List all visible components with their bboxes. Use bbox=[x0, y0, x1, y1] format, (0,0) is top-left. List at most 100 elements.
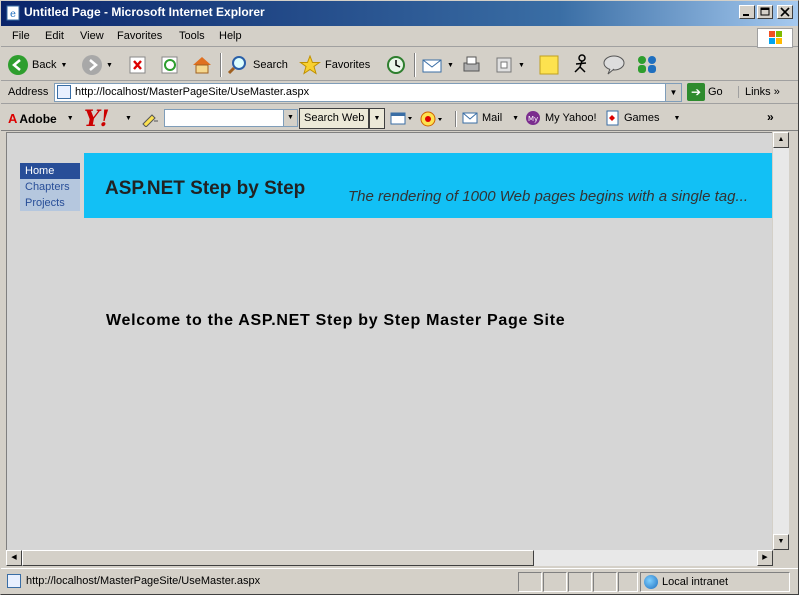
discuss-button[interactable] bbox=[602, 54, 626, 76]
nav-item-chapters[interactable]: Chapters bbox=[20, 179, 80, 195]
home-icon bbox=[193, 57, 211, 74]
scrollbar-corner bbox=[773, 550, 789, 566]
address-input[interactable]: http://localhost/MasterPageSite/UseMaste… bbox=[54, 83, 682, 102]
page-icon bbox=[7, 574, 21, 588]
status-pane bbox=[618, 572, 638, 592]
page-content: Home Chapters Projects ASP.NET Step by S… bbox=[6, 132, 772, 550]
chevron-down-icon[interactable]: ▼ bbox=[512, 115, 519, 122]
forward-button[interactable]: ▼ bbox=[82, 54, 113, 76]
windows-logo-icon bbox=[757, 28, 793, 48]
status-pane bbox=[568, 572, 592, 592]
yahoo-mail-button[interactable]: Mail ▼ bbox=[462, 107, 519, 129]
status-pane bbox=[543, 572, 567, 592]
menu-tools[interactable]: Tools bbox=[179, 30, 205, 42]
refresh-button[interactable] bbox=[160, 54, 180, 76]
yahoo-search-input[interactable]: ▼ bbox=[164, 109, 298, 127]
vertical-scrollbar[interactable]: ▲ ▼ bbox=[773, 132, 789, 550]
edit-button[interactable]: ▼ bbox=[494, 54, 525, 76]
people-icon bbox=[638, 56, 656, 73]
note-icon bbox=[539, 55, 559, 75]
scroll-up-icon[interactable]: ▲ bbox=[773, 132, 789, 148]
chevron-down-icon[interactable]: ▼ bbox=[447, 62, 454, 69]
chevron-down-icon[interactable]: ▼ bbox=[283, 110, 297, 126]
search-button[interactable]: Search bbox=[227, 54, 288, 76]
chevron-right-icon[interactable]: » bbox=[767, 110, 774, 124]
highlight-button[interactable] bbox=[390, 111, 414, 130]
messenger-button[interactable] bbox=[570, 54, 592, 76]
back-button[interactable]: Back ▼ bbox=[8, 54, 67, 76]
nav-item-home[interactable]: Home bbox=[20, 163, 80, 179]
address-label: Address bbox=[8, 86, 49, 98]
chevron-down-icon[interactable]: ▼ bbox=[60, 62, 67, 69]
close-icon[interactable] bbox=[777, 5, 793, 19]
mail-button[interactable]: ▼ bbox=[421, 54, 454, 76]
highlighter-icon[interactable] bbox=[140, 111, 160, 130]
games-button[interactable]: Games ▼ bbox=[606, 107, 680, 129]
window-title: Untitled Page - Microsoft Internet Explo… bbox=[24, 5, 265, 19]
site-banner: ASP.NET Step by Step The rendering of 10… bbox=[84, 153, 772, 218]
menu-favorites[interactable]: Favorites bbox=[117, 30, 162, 42]
address-url[interactable]: http://localhost/MasterPageSite/UseMaste… bbox=[75, 86, 309, 98]
playing-card-icon bbox=[606, 110, 619, 126]
maximize-icon[interactable] bbox=[757, 5, 773, 19]
status-pane bbox=[593, 572, 617, 592]
svg-text:My: My bbox=[528, 115, 538, 123]
menu-edit[interactable]: Edit bbox=[45, 30, 64, 42]
chevron-down-icon[interactable]: ▼ bbox=[125, 115, 132, 122]
adobe-button[interactable]: A Adobe ▼ bbox=[8, 111, 74, 126]
chevron-down-icon[interactable]: ▼ bbox=[673, 115, 680, 122]
menu-help[interactable]: Help bbox=[219, 30, 242, 42]
home-button[interactable] bbox=[191, 54, 213, 76]
notes-button[interactable] bbox=[538, 54, 560, 76]
go-arrow-icon: ➔ bbox=[687, 83, 705, 101]
my-yahoo-icon: My bbox=[526, 111, 540, 125]
my-yahoo-label: My Yahoo! bbox=[545, 112, 597, 124]
stop-icon bbox=[129, 56, 146, 74]
security-zone[interactable]: Local intranet bbox=[640, 572, 790, 592]
my-yahoo-button[interactable]: My My Yahoo! bbox=[525, 107, 597, 129]
search-web-button[interactable]: Search Web bbox=[299, 108, 370, 129]
nav-item-projects[interactable]: Projects bbox=[20, 195, 80, 211]
minimize-icon[interactable] bbox=[739, 5, 755, 19]
history-icon bbox=[387, 56, 405, 74]
status-text: http://localhost/MasterPageSite/UseMaste… bbox=[26, 575, 261, 587]
chevron-down-icon[interactable]: ▼ bbox=[369, 108, 385, 129]
links-label: Links bbox=[745, 86, 771, 98]
edit-icon bbox=[496, 57, 512, 73]
scroll-down-icon[interactable]: ▼ bbox=[773, 534, 789, 550]
horizontal-scrollbar[interactable]: ◀ ▶ bbox=[6, 550, 773, 566]
back-arrow-icon bbox=[8, 55, 28, 75]
chevron-down-icon[interactable]: ▼ bbox=[67, 115, 74, 122]
go-button[interactable]: ➔ Go bbox=[687, 83, 723, 101]
star-icon bbox=[299, 55, 321, 75]
banner-title: ASP.NET Step by Step bbox=[105, 178, 306, 199]
contacts-button[interactable] bbox=[634, 54, 660, 76]
yahoo-logo-icon[interactable]: Y! bbox=[84, 106, 109, 132]
print-button[interactable] bbox=[460, 54, 482, 76]
chevron-down-icon[interactable]: ▼ bbox=[518, 62, 525, 69]
menu-file[interactable]: File bbox=[12, 30, 30, 42]
envelope-icon bbox=[462, 112, 478, 124]
banner-tagline: The rendering of 1000 Web pages begins w… bbox=[348, 188, 748, 205]
favorites-button[interactable]: Favorites bbox=[299, 54, 370, 76]
history-button[interactable] bbox=[385, 54, 407, 76]
printer-icon bbox=[463, 56, 480, 72]
welcome-heading: Welcome to the ASP.NET Step by Step Mast… bbox=[106, 312, 566, 329]
ie-page-icon: e bbox=[6, 5, 20, 21]
address-bar: Address http://localhost/MasterPageSite/… bbox=[0, 81, 799, 104]
menu-bar: File Edit View Favorites Tools Help bbox=[0, 26, 799, 48]
standard-toolbar: Back ▼ ▼ Search Favorites ▼ ▼ bbox=[0, 48, 799, 81]
status-bar: http://localhost/MasterPageSite/UseMaste… bbox=[0, 568, 799, 595]
scroll-left-icon[interactable]: ◀ bbox=[6, 550, 22, 566]
chevron-down-icon[interactable]: ▼ bbox=[665, 84, 681, 101]
scroll-right-icon[interactable]: ▶ bbox=[757, 550, 773, 566]
running-man-icon bbox=[574, 54, 587, 73]
chevron-down-icon[interactable]: ▼ bbox=[106, 62, 113, 69]
zone-label: Local intranet bbox=[662, 576, 729, 588]
page-icon bbox=[57, 85, 71, 99]
links-button[interactable]: Links » bbox=[738, 86, 780, 98]
anti-spy-button[interactable] bbox=[420, 110, 444, 131]
horizontal-scroll-thumb[interactable] bbox=[22, 550, 534, 566]
stop-button[interactable] bbox=[128, 54, 148, 76]
menu-view[interactable]: View bbox=[80, 30, 104, 42]
